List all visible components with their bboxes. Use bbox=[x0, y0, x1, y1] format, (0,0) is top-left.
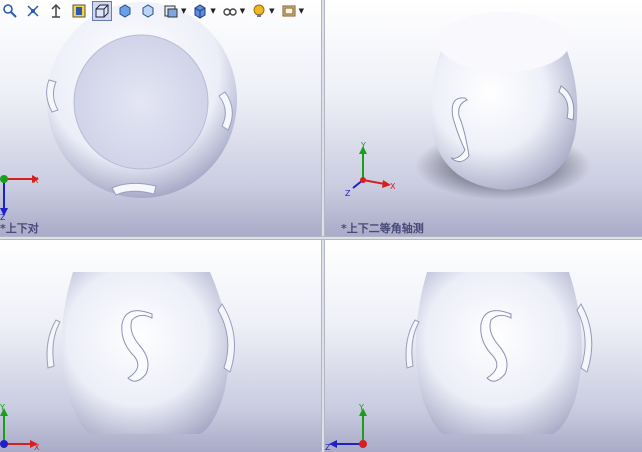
hidden-lines-icon[interactable] bbox=[138, 1, 158, 21]
scene-icon[interactable] bbox=[279, 1, 299, 21]
viewport-splitter-vertical[interactable] bbox=[321, 0, 325, 452]
x-axis-label: X bbox=[34, 443, 40, 452]
chevron-down-icon[interactable]: ▼ bbox=[210, 7, 215, 15]
shaded-icon[interactable] bbox=[115, 1, 135, 21]
chevron-down-icon[interactable]: ▼ bbox=[240, 7, 245, 15]
view-label-top-left: *上下对 bbox=[0, 222, 39, 235]
viewport-top-left[interactable]: ▼ ▼ ▼ ▼ ▼ X Z *上下对 bbox=[0, 0, 321, 236]
view-orientation-icon[interactable] bbox=[92, 1, 112, 21]
lights-icon[interactable] bbox=[249, 1, 269, 21]
viewport-bottom-left[interactable]: Y X bbox=[0, 240, 321, 452]
z-axis-label: Z bbox=[345, 189, 351, 198]
view-label-top-right: *上下二等角轴测 bbox=[341, 222, 424, 235]
x-axis-label: X bbox=[390, 182, 396, 191]
chevron-down-icon[interactable]: ▼ bbox=[299, 7, 304, 15]
y-axis-label: Y bbox=[360, 142, 366, 150]
display-style-icon[interactable] bbox=[161, 1, 181, 21]
view-cube-icon[interactable] bbox=[190, 1, 210, 21]
axis-triad: Y Z bbox=[325, 404, 367, 452]
view-toolbar: ▼ ▼ ▼ ▼ ▼ bbox=[0, 0, 308, 22]
chevron-down-icon[interactable]: ▼ bbox=[269, 7, 274, 15]
axis-triad: Y X Z bbox=[345, 142, 396, 198]
viewport-splitter-horizontal[interactable] bbox=[0, 236, 642, 240]
axis-triad: X Z bbox=[0, 175, 39, 222]
z-axis-label: Z bbox=[325, 443, 331, 452]
y-axis-label: Y bbox=[0, 404, 5, 412]
axis-triad: Y X bbox=[0, 404, 40, 452]
edit-appearance-icon[interactable] bbox=[220, 1, 240, 21]
pan-rotate-icon[interactable] bbox=[23, 1, 43, 21]
section-view-icon[interactable] bbox=[69, 1, 89, 21]
y-axis-label: Y bbox=[358, 404, 364, 412]
viewport-bottom-right[interactable]: Y Z bbox=[325, 240, 642, 452]
chevron-down-icon[interactable]: ▼ bbox=[181, 7, 186, 15]
previous-view-icon[interactable] bbox=[46, 1, 66, 21]
x-axis-label: X bbox=[33, 176, 39, 185]
viewport-top-right[interactable]: Y X Z *上下二等角轴测 bbox=[325, 0, 642, 236]
zoom-icon[interactable] bbox=[0, 1, 20, 21]
